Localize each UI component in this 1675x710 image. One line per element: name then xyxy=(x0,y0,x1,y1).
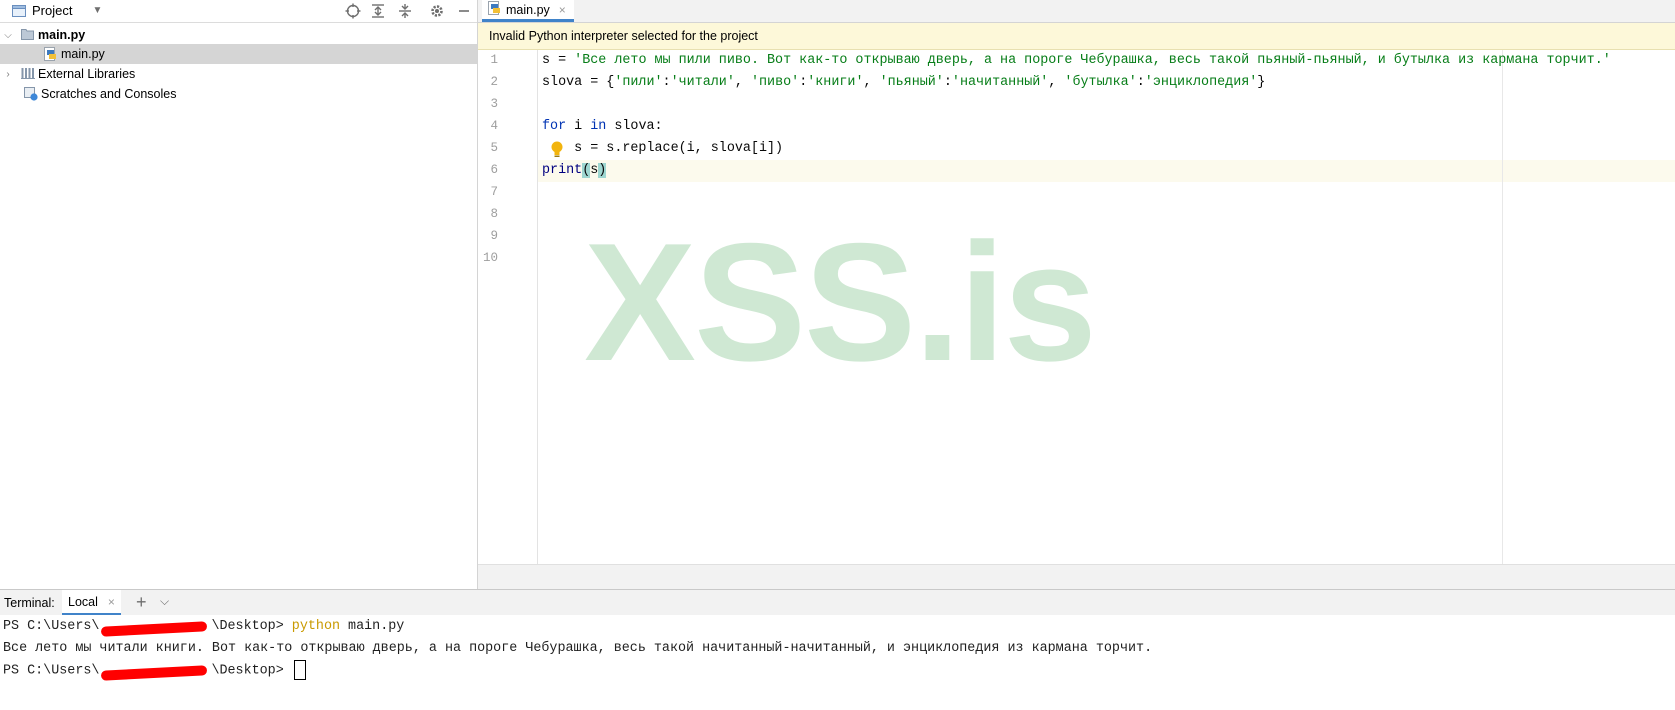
project-icon xyxy=(12,4,26,17)
tree-item-external-libraries[interactable]: › External Libraries xyxy=(0,64,477,84)
tree-item-main-py[interactable]: main.py xyxy=(0,44,477,64)
terminal-tab-label: Local xyxy=(68,594,98,609)
text-cursor xyxy=(293,660,306,680)
terminal-output[interactable]: PS C:\Users\ \Desktop> python main.py Все… xyxy=(0,615,1675,710)
line-number: 3 xyxy=(490,97,498,111)
line-number: 2 xyxy=(490,75,498,89)
chevron-down-icon[interactable]: ▼ xyxy=(92,5,102,16)
banner-text: Invalid Python interpreter selected for … xyxy=(489,29,758,43)
terminal-label: Terminal: xyxy=(4,596,55,610)
line-number: 5 xyxy=(490,141,498,155)
plus-icon[interactable]: + xyxy=(136,592,147,613)
tab-main-py[interactable]: main.py × xyxy=(482,0,574,22)
locate-icon[interactable] xyxy=(345,3,361,19)
tree-item-root[interactable]: ⌵ main.py xyxy=(0,25,477,45)
current-line-highlight xyxy=(538,160,1675,182)
interpreter-warning-banner: Invalid Python interpreter selected for … xyxy=(478,23,1675,50)
gear-icon[interactable] xyxy=(429,3,445,19)
editor-tab-bar: main.py × xyxy=(478,0,1675,23)
tree-item-scratches[interactable]: Scratches and Consoles xyxy=(0,84,477,104)
expand-all-icon[interactable] xyxy=(370,3,386,19)
code-line-5: s = s.replace(i, slova[i]) xyxy=(542,141,784,156)
library-icon xyxy=(21,67,35,81)
scratches-icon xyxy=(24,87,38,101)
project-title: Project xyxy=(32,3,73,18)
close-icon[interactable]: × xyxy=(108,595,115,609)
line-number-gutter: 1 2 3 4 5 6 7 8 9 10 xyxy=(478,50,538,564)
close-icon[interactable]: × xyxy=(559,3,566,17)
terminal-header: Terminal: Local × + ⌵ xyxy=(0,589,1675,616)
project-view-selector[interactable]: Project ▼ xyxy=(12,3,102,18)
line-number: 10 xyxy=(482,251,498,265)
tab-label: main.py xyxy=(506,2,550,17)
chevron-down-icon[interactable]: ⌵ xyxy=(3,30,13,41)
folder-icon xyxy=(21,28,34,42)
code-line-2: slova = {'пили':'читали', 'пиво':'книги'… xyxy=(542,75,1266,90)
line-number: 7 xyxy=(490,185,498,199)
python-file-icon xyxy=(44,47,57,61)
code-line-1: s = 'Все лето мы пили пиво. Вот как-то о… xyxy=(542,53,1611,68)
code-editor[interactable]: XSS.is s = 'Все лето мы пили пиво. Вот к… xyxy=(538,50,1675,564)
terminal-tab-local[interactable]: Local × xyxy=(62,590,121,616)
editor-scrollbar-area xyxy=(478,564,1675,590)
python-file-icon xyxy=(488,1,501,18)
chevron-down-icon[interactable]: ⌵ xyxy=(160,594,169,609)
collapse-all-icon[interactable] xyxy=(397,3,413,19)
watermark: XSS.is xyxy=(584,208,1097,396)
tree-item-label: Scratches and Consoles xyxy=(41,87,177,101)
tree-item-label: main.py xyxy=(38,28,86,42)
line-number: 4 xyxy=(490,119,498,133)
tree-item-label: main.py xyxy=(61,47,105,61)
project-panel-header: Project ▼ xyxy=(0,0,477,23)
tree-item-label: External Libraries xyxy=(38,67,136,81)
project-panel: Project ▼ ⌵ main.py main.py › External L… xyxy=(0,0,478,589)
chevron-right-icon[interactable]: › xyxy=(3,69,13,80)
line-number: 9 xyxy=(490,229,498,243)
line-number: 8 xyxy=(490,207,498,221)
right-margin-guide xyxy=(1502,50,1503,564)
terminal-line-2: Все лето мы читали книги. Вот как-то отк… xyxy=(3,641,1153,656)
line-number: 6 xyxy=(490,163,498,177)
line-number: 1 xyxy=(490,53,498,67)
code-line-4: for i in slova: xyxy=(542,119,663,134)
minimize-icon[interactable] xyxy=(456,3,472,19)
code-line-6: print(s) xyxy=(542,163,607,178)
